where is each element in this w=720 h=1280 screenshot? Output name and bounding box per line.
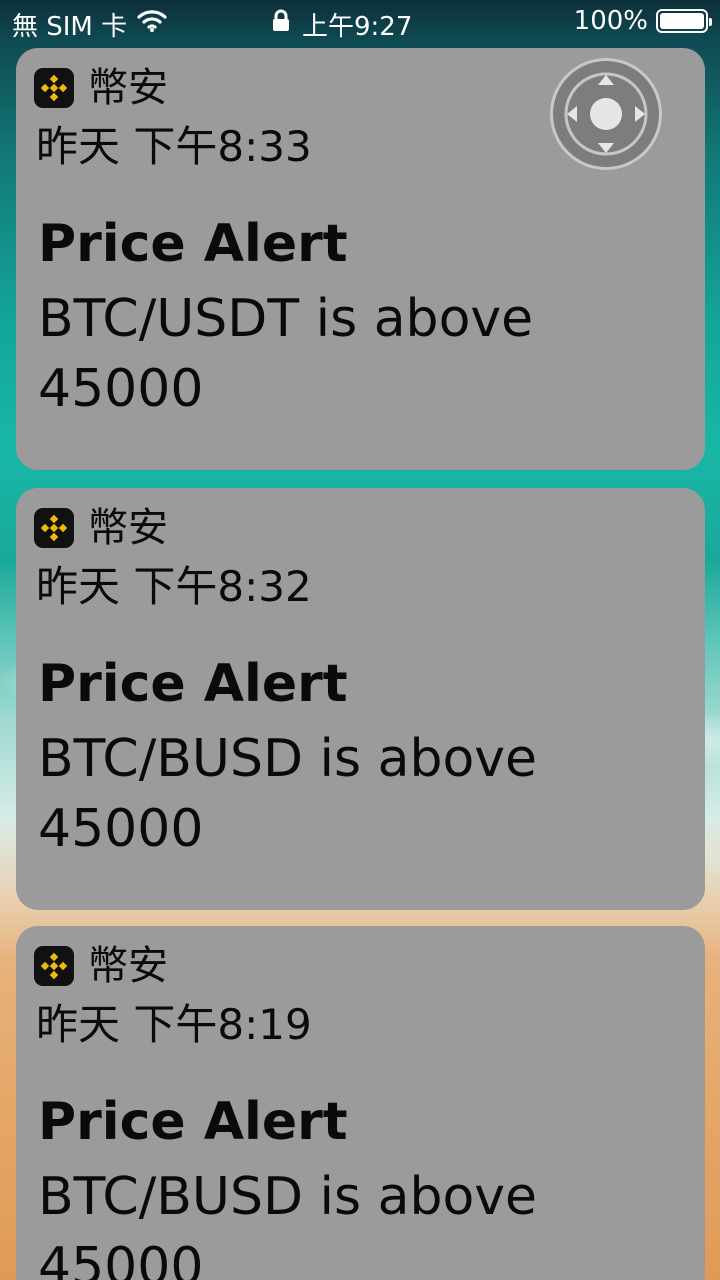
carrier-label: 無 SIM 卡: [12, 12, 128, 42]
notification-title: Price Alert: [38, 1092, 348, 1152]
notification-title: Price Alert: [38, 654, 348, 714]
battery-percent-label: 100%: [573, 6, 648, 36]
lock-icon: [272, 9, 290, 40]
notification-header: 幣安: [34, 506, 168, 550]
clock-label: 上午9:27: [302, 12, 413, 42]
notification-body: BTC/BUSD is above 45000: [38, 729, 538, 859]
notification-card[interactable]: 幣安 昨天 下午8:19 Price Alert BTC/BUSD is abo…: [16, 926, 705, 1280]
notification-title: Price Alert: [38, 214, 348, 274]
wifi-icon: [137, 9, 167, 40]
notification-header: 幣安: [34, 944, 168, 988]
status-bar-center: 上午9:27: [272, 6, 412, 43]
notification-header: 幣安: [34, 66, 168, 110]
app-name: 幣安: [88, 505, 168, 551]
binance-app-icon: [34, 68, 74, 108]
battery-tip: [709, 18, 712, 26]
battery-fill: [660, 13, 704, 29]
app-name: 幣安: [88, 65, 168, 111]
status-bar: 無 SIM 卡 上午9:27 100%: [0, 0, 720, 46]
binance-app-icon: [34, 508, 74, 548]
notification-time: 昨天 下午8:19: [36, 1000, 312, 1049]
notification-body: BTC/BUSD is above 45000: [38, 1167, 538, 1280]
notification-card[interactable]: 幣安 昨天 下午8:32 Price Alert BTC/BUSD is abo…: [16, 488, 705, 910]
notification-time: 昨天 下午8:32: [36, 562, 312, 611]
status-bar-right: 100%: [573, 6, 712, 36]
assistive-touch-button[interactable]: [550, 58, 662, 170]
binance-app-icon: [34, 946, 74, 986]
app-name: 幣安: [88, 943, 168, 989]
notification-body: BTC/USDT is above 45000: [38, 289, 534, 419]
notification-time: 昨天 下午8:33: [36, 122, 312, 171]
battery-icon: [656, 9, 712, 33]
assistive-touch-icon: [564, 72, 648, 156]
status-bar-left: 無 SIM 卡: [12, 6, 167, 43]
